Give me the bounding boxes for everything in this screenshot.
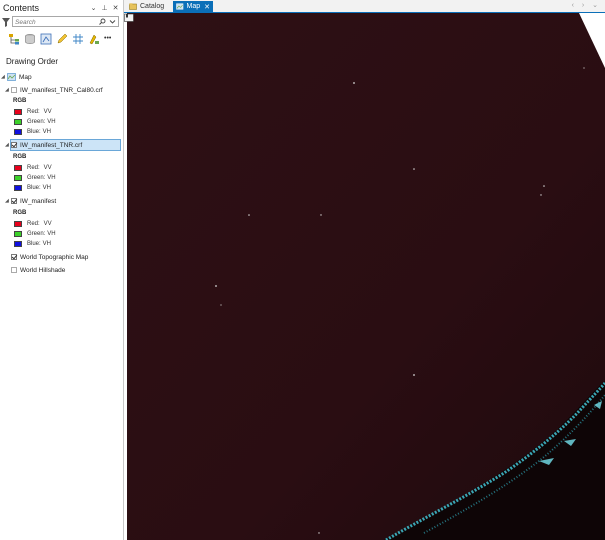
green-swatch [14,175,22,181]
band-channel: Green: [27,231,46,237]
red-swatch [14,109,22,115]
pin-icon[interactable]: ⊥ [101,4,108,13]
more-icon[interactable]: ••• [104,33,116,45]
layer-label: World Topographic Map [20,253,89,261]
band-channel: Blue: [27,241,41,247]
red-swatch [14,165,22,171]
layer-item[interactable]: ◢ IW_manifest [5,196,56,206]
blue-swatch [14,241,22,247]
list-by-snapping-icon[interactable] [72,33,84,45]
band-channel: Red: [27,109,40,115]
layer-visibility-checkbox[interactable] [11,254,17,260]
pane-controls: ⌄ ⊥ ✕ [90,4,119,13]
search-box [12,16,119,27]
search-options-chevron-icon[interactable] [109,18,116,25]
green-swatch [14,231,22,237]
layer-visibility-checkbox[interactable] [11,267,17,273]
layer-item[interactable]: ◢ IW_manifest_TNR_Cal80.crf [5,85,103,95]
pane-title: Contents [3,3,40,13]
list-by-labeling-icon[interactable] [88,33,100,45]
blue-swatch [14,129,22,135]
tab-label: Map [186,3,201,10]
close-pane-icon[interactable]: ✕ [112,4,119,13]
band-name: VH [47,119,56,125]
list-by-source-icon[interactable] [24,33,36,45]
map-icon [176,3,184,10]
legend-item: Blue: VH [14,184,51,192]
map-canvas [124,13,605,540]
legend-item: Green: VH [14,174,56,182]
band-channel: Blue: [27,129,41,135]
list-by-selection-icon[interactable] [40,33,52,45]
band-name: VH [42,241,51,247]
layer-label: IW_manifest_TNR_Cal80.crf [20,86,103,94]
contents-pane: Contents ⌄ ⊥ ✕ Search ••• Drawing Order … [0,0,124,540]
tab-catalog[interactable]: Catalog [126,1,170,12]
renderer-label: RGB [13,98,27,104]
tab-label: Catalog [140,3,165,10]
section-title: Drawing Order [6,57,59,66]
band-channel: Green: [27,119,46,125]
legend-item: Blue: VH [14,128,51,136]
layer-visibility-checkbox[interactable] [11,87,17,93]
catalog-icon [129,3,137,10]
renderer-label: RGB [13,154,27,160]
layer-item[interactable]: ◢ IW_manifest_TNR.crf [5,140,82,150]
filter-icon[interactable] [2,18,10,27]
layer-visibility-checkbox[interactable] [11,198,17,204]
legend-item: Red: VV [14,220,52,228]
tab-navigation[interactable]: ‹ › ⌄ [572,1,601,9]
band-channel: Red: [27,165,40,171]
red-swatch [14,221,22,227]
search-icon[interactable] [99,18,106,25]
tab-map[interactable]: Map ✕ [173,1,213,12]
map-item[interactable]: ◢ Map [1,72,32,82]
legend-item: Green: VH [14,118,56,126]
band-name: VH [47,231,56,237]
basemap-item[interactable]: World Hillshade [11,265,65,275]
legend-item: Red: VV [14,108,52,116]
layer-label: IW_manifest [20,197,57,205]
nodata-strip [124,13,127,540]
pane-options-icon[interactable]: ⌄ [90,4,97,13]
basemap-item[interactable]: World Topographic Map [11,252,88,262]
band-name: VH [42,185,51,191]
contents-toolbar: ••• [8,33,120,47]
search-input[interactable] [15,18,97,26]
band-channel: Blue: [27,185,41,191]
band-channel: Red: [27,221,40,227]
layer-label: IW_manifest_TNR.crf [20,141,83,149]
legend-item: Blue: VH [14,240,51,248]
bookmarks-icon[interactable] [124,13,134,22]
view-tabs: Catalog Map ✕ ‹ › ⌄ [124,0,605,13]
blue-swatch [14,185,22,191]
legend-item: Red: VV [14,164,52,172]
band-name: VH [42,129,51,135]
renderer-label: RGB [13,210,27,216]
list-by-editing-icon[interactable] [56,33,68,45]
close-tab-icon[interactable]: ✕ [204,3,210,11]
green-swatch [14,119,22,125]
map-label: Map [19,73,32,81]
band-name: VV [43,221,52,227]
layer-visibility-checkbox[interactable] [11,142,17,148]
band-name: VV [43,109,52,115]
list-by-drawing-order-icon[interactable] [8,33,20,45]
legend-item: Green: VH [14,230,56,238]
layer-label: World Hillshade [20,266,66,274]
band-name: VH [47,175,56,181]
map-icon [7,73,16,81]
band-name: VV [43,165,52,171]
band-channel: Green: [27,175,46,181]
map-view[interactable] [124,13,605,540]
